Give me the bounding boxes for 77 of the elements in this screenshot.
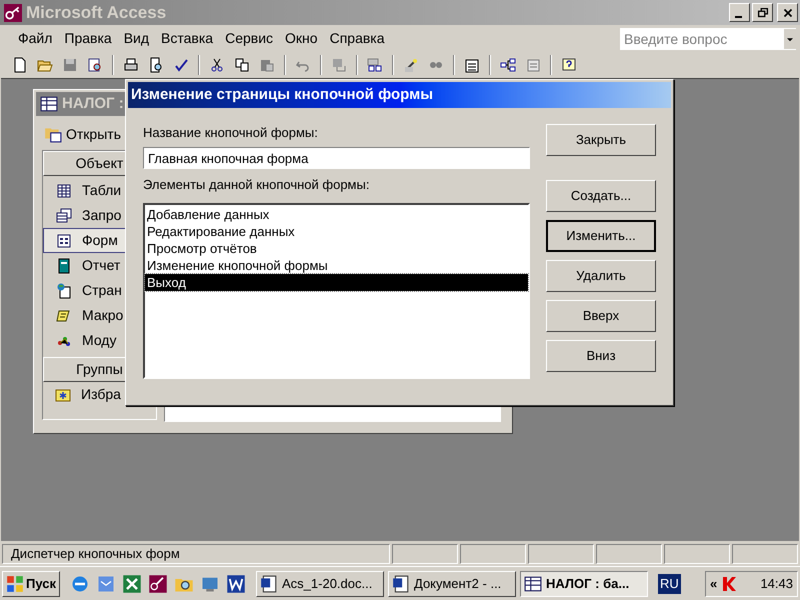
status-panel (460, 544, 526, 564)
windows-flag-icon (6, 574, 24, 592)
table-icon (524, 574, 542, 592)
dialog-title: Изменение страницы кнопочной формы (128, 82, 671, 108)
window-title: НАЛОГ : (62, 94, 124, 114)
window-title: Microsoft Access (26, 2, 166, 24)
form-icon (56, 232, 72, 248)
minimize-icon (735, 16, 742, 18)
spellcheck-icon[interactable] (173, 57, 189, 73)
menu-item[interactable]: Справка (324, 28, 391, 49)
table-icon (56, 182, 72, 198)
spreadsheet-icon[interactable] (122, 574, 142, 594)
scroll-icon (56, 308, 72, 324)
help-icon[interactable] (561, 57, 577, 73)
help-field[interactable]: Введите вопрос (620, 28, 796, 50)
status-panel (664, 544, 730, 564)
key-icon[interactable] (148, 574, 168, 594)
print-preview-icon[interactable] (148, 57, 164, 73)
save-icon[interactable] (62, 57, 78, 73)
menu-item[interactable]: Вставка (155, 28, 220, 49)
open-button[interactable]: Открыть (66, 124, 121, 144)
menu-item[interactable]: Окно (279, 28, 324, 49)
restore-icon (756, 6, 770, 20)
minimize-button[interactable] (729, 3, 750, 22)
status-panel (528, 544, 594, 564)
group-item[interactable]: Избра (43, 382, 156, 407)
search-document-icon[interactable] (87, 57, 103, 73)
name-field[interactable]: Главная кнопочная форма (143, 147, 530, 169)
printer-icon[interactable] (123, 57, 139, 73)
table-icon (40, 95, 58, 113)
paste-icon[interactable] (259, 57, 275, 73)
status-panel (596, 544, 662, 564)
wand-icon[interactable] (403, 57, 419, 73)
dialog-button[interactable]: Изменить... (546, 220, 656, 252)
clock: 14:43 (760, 574, 793, 593)
globe-page-icon (56, 282, 72, 298)
dialog-button[interactable]: Создать... (546, 180, 656, 212)
expand-tray-button[interactable]: « (710, 574, 718, 594)
taskbar-button[interactable]: Acs_1-20.doc... (256, 570, 384, 596)
mail-icon[interactable] (96, 574, 116, 594)
field-label: Элементы данной кнопочной формы: (143, 176, 370, 193)
book-icon (56, 258, 72, 274)
list-item[interactable]: Выход (145, 274, 528, 291)
field-label: Название кнопочной формы: (143, 124, 319, 141)
object-item[interactable]: Макро (43, 303, 156, 328)
antivirus-icon[interactable] (721, 576, 738, 592)
query-icon (56, 208, 72, 224)
dialog-button[interactable]: Вниз (546, 340, 656, 372)
menu-item[interactable]: Вид (118, 28, 156, 49)
scissors-icon[interactable] (209, 57, 225, 73)
dropdown-icon[interactable] (784, 28, 796, 48)
copy-icon[interactable] (234, 57, 250, 73)
start-button[interactable]: Пуск (2, 570, 60, 596)
list-item[interactable]: Изменение кнопочной формы (145, 257, 528, 274)
restore-button[interactable] (752, 3, 773, 22)
status-panel (732, 544, 798, 564)
language-indicator[interactable]: RU (658, 574, 681, 594)
taskbar-button[interactable]: НАЛОГ : ба... (520, 570, 648, 596)
new-document-icon[interactable] (12, 57, 28, 73)
dialog-button[interactable]: Вверх (546, 300, 656, 332)
word-document-icon (392, 574, 410, 592)
list-item[interactable]: Добавление данных (145, 206, 528, 223)
key-icon (4, 4, 22, 22)
dialog-button[interactable]: Закрыть (546, 124, 656, 156)
menu-item[interactable]: Правка (58, 28, 118, 49)
status-text: Диспетчер кнопочных форм (2, 544, 390, 564)
menu-item[interactable]: Файл (12, 28, 58, 49)
taskbar-button[interactable]: Документ2 - ... (388, 570, 516, 596)
diagram-icon[interactable] (500, 57, 516, 73)
object-item[interactable]: Моду (43, 328, 156, 353)
dialog-button[interactable]: Удалить (546, 260, 656, 292)
word-document-icon (260, 574, 278, 592)
properties-icon[interactable] (464, 57, 480, 73)
status-panel (392, 544, 458, 564)
word-icon[interactable] (226, 574, 246, 594)
close-button[interactable] (777, 3, 798, 22)
menu-item[interactable]: Сервис (219, 28, 280, 49)
